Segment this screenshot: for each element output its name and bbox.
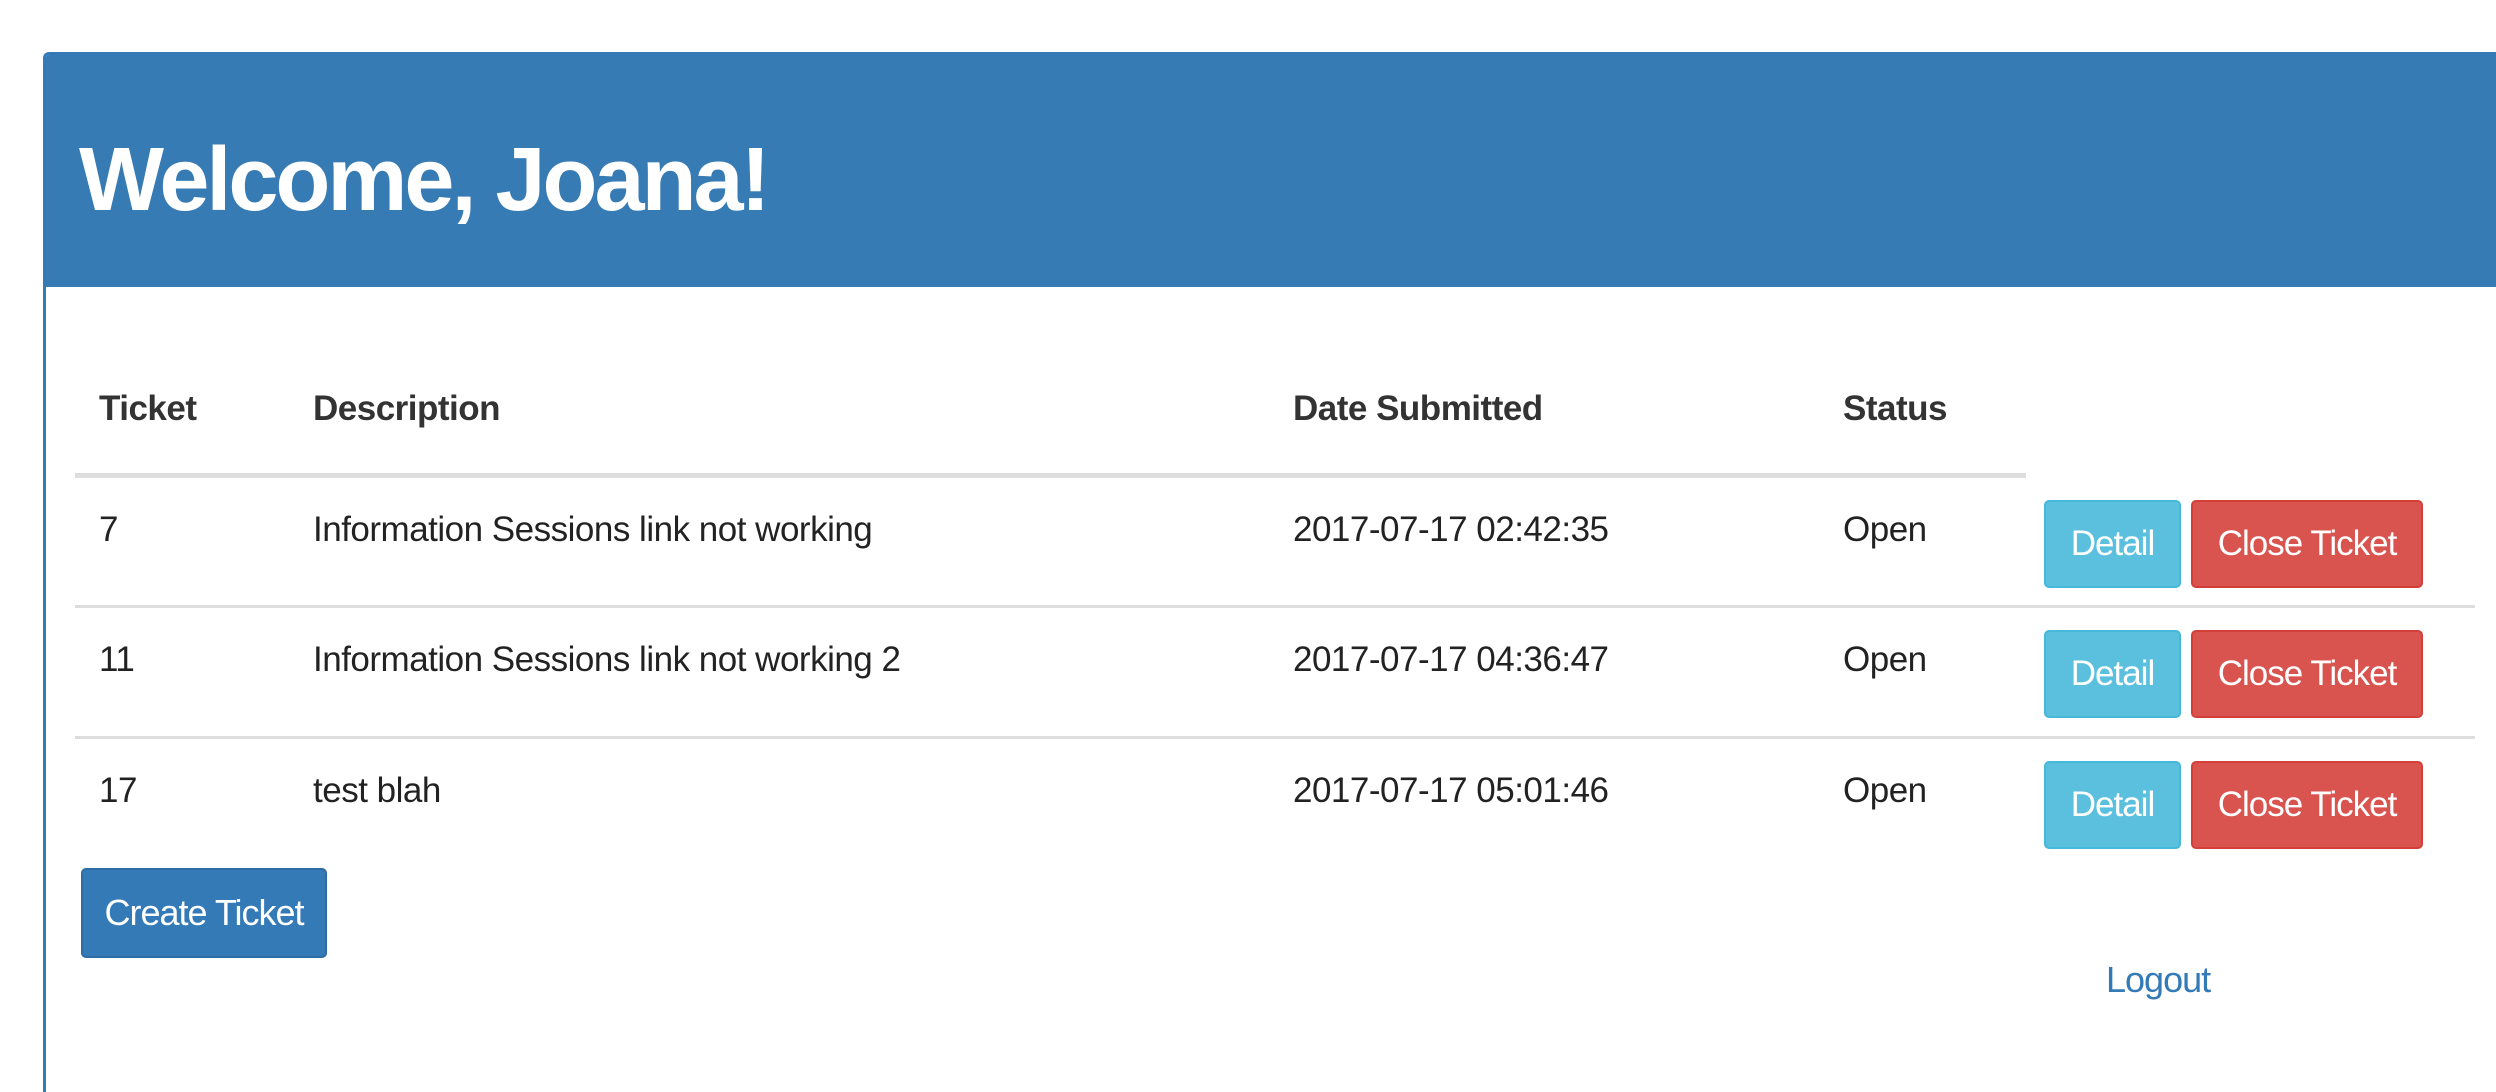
- close-ticket-button[interactable]: Close Ticket: [2191, 630, 2423, 718]
- table-row: 7 Information Sessions link not working …: [75, 474, 2475, 607]
- column-header-status: Status: [1819, 345, 2026, 478]
- column-header-ticket: Ticket: [75, 345, 289, 478]
- ticket-panel: Welcome, Joana! Ticket Description Date …: [43, 52, 2496, 1092]
- column-header-date-submitted: Date Submitted: [1269, 345, 1819, 478]
- ticket-number: 11: [99, 640, 135, 679]
- close-ticket-button[interactable]: Close Ticket: [2191, 500, 2423, 588]
- status-cell: Open: [1819, 474, 2026, 607]
- ticket-number: 17: [99, 771, 137, 810]
- ticket-status: Open: [1843, 640, 1927, 679]
- ticket-cell: 7: [75, 474, 289, 607]
- table-row: 11 Information Sessions link not working…: [75, 605, 2475, 738]
- detail-button[interactable]: Detail: [2044, 630, 2181, 718]
- description-cell: Information Sessions link not working 2: [289, 605, 1269, 738]
- ticket-description: test blah: [313, 771, 441, 810]
- description-cell: test blah: [289, 736, 1269, 869]
- ticket-number: 7: [99, 510, 118, 549]
- table-body: 7 Information Sessions link not working …: [75, 474, 2475, 869]
- column-header-description: Description: [289, 345, 1269, 478]
- tickets-table: Ticket Description Date Submitted Status…: [75, 345, 2475, 869]
- actions-cell: Detail Close Ticket: [2026, 736, 2475, 869]
- ticket-date: 2017-07-17 04:36:47: [1293, 640, 1609, 679]
- table-header: Ticket Description Date Submitted Status: [75, 345, 2475, 478]
- ticket-cell: 11: [75, 605, 289, 738]
- panel-header: Welcome, Joana!: [46, 55, 2496, 287]
- description-cell: Information Sessions link not working: [289, 474, 1269, 607]
- date-cell: 2017-07-17 04:36:47: [1269, 605, 1819, 738]
- ticket-date: 2017-07-17 05:01:46: [1293, 771, 1609, 810]
- actions-cell: Detail Close Ticket: [2026, 474, 2475, 607]
- status-cell: Open: [1819, 736, 2026, 869]
- close-ticket-button[interactable]: Close Ticket: [2191, 761, 2423, 849]
- date-cell: 2017-07-17 02:42:35: [1269, 474, 1819, 607]
- status-cell: Open: [1819, 605, 2026, 738]
- column-header-actions: [2026, 345, 2475, 476]
- ticket-description: Information Sessions link not working: [313, 510, 873, 549]
- actions-cell: Detail Close Ticket: [2026, 605, 2475, 738]
- ticket-description: Information Sessions link not working 2: [313, 640, 901, 679]
- page-title: Welcome, Joana!: [79, 130, 771, 230]
- table-header-row: Ticket Description Date Submitted Status: [75, 345, 2475, 478]
- detail-button[interactable]: Detail: [2044, 500, 2181, 588]
- detail-button[interactable]: Detail: [2044, 761, 2181, 849]
- date-cell: 2017-07-17 05:01:46: [1269, 736, 1819, 869]
- ticket-cell: 17: [75, 736, 289, 869]
- ticket-status: Open: [1843, 510, 1927, 549]
- table-row: 17 test blah 2017-07-17 05:01:46 Open De…: [75, 736, 2475, 869]
- create-ticket-button[interactable]: Create Ticket: [81, 868, 327, 958]
- ticket-status: Open: [1843, 771, 1927, 810]
- logout-link[interactable]: Logout: [2106, 959, 2211, 1001]
- ticket-date: 2017-07-17 02:42:35: [1293, 510, 1609, 549]
